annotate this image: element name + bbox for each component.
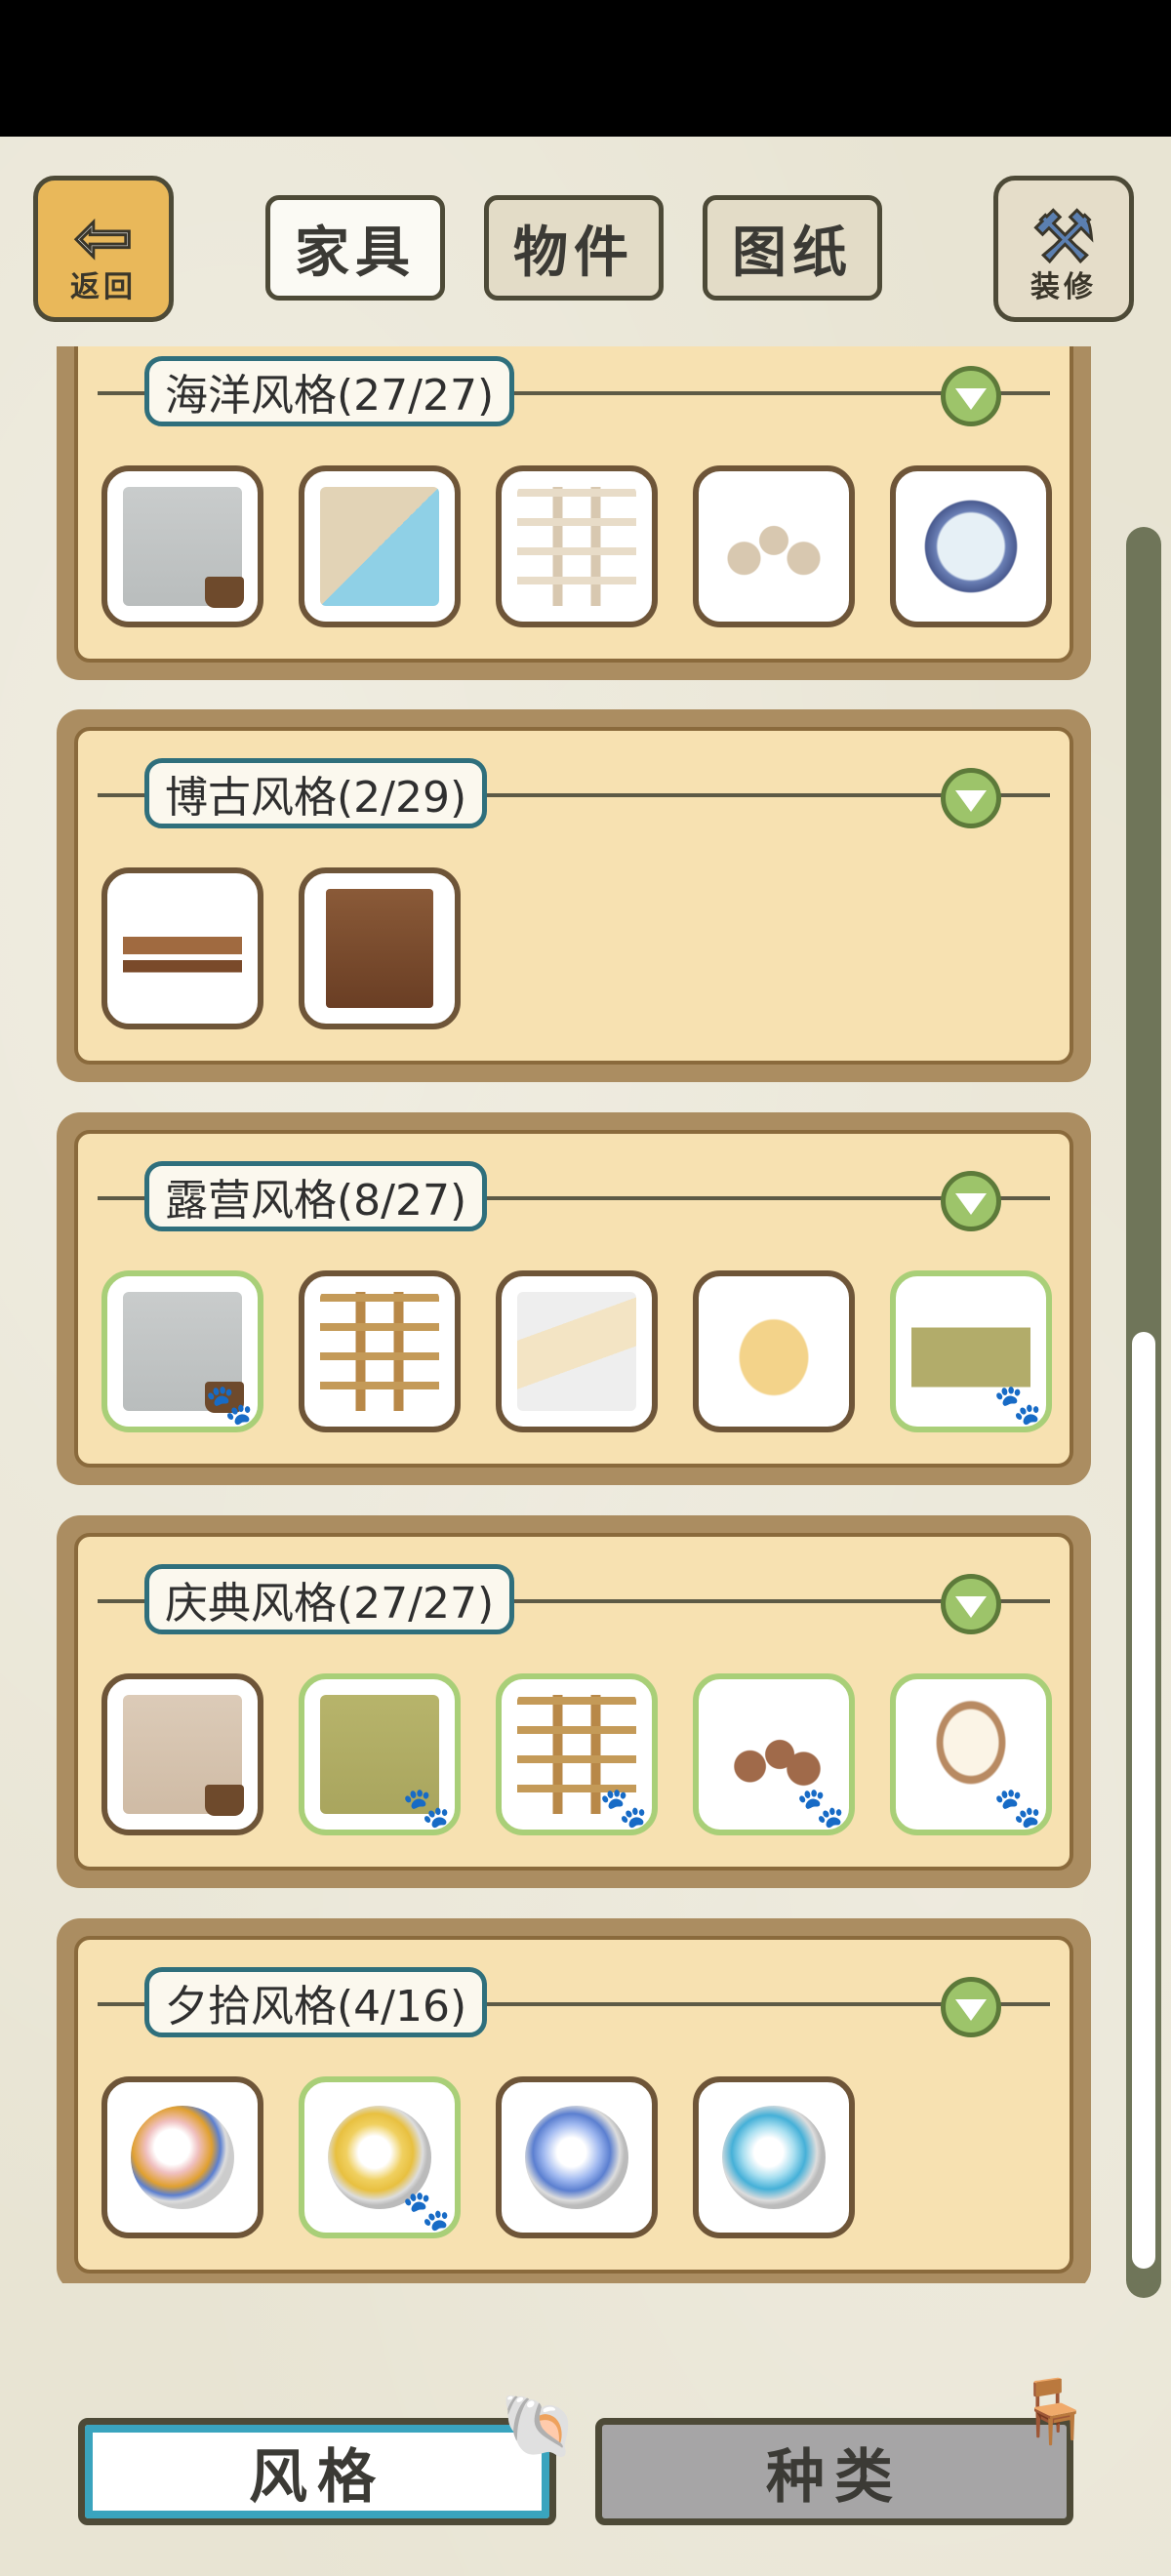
paw-icon: 🐾 [205, 1383, 254, 1428]
collapse-toggle[interactable] [941, 1574, 1001, 1634]
section-title: 海洋风格(27/27) [144, 356, 515, 426]
item-slot[interactable]: 🐾 [299, 2076, 461, 2238]
item-grid [101, 867, 461, 1029]
section-body: 博古风格(2/29) [74, 727, 1073, 1065]
marble-cyan-icon [722, 2106, 826, 2209]
marble-blue-icon [525, 2106, 628, 2209]
item-slot[interactable] [101, 465, 263, 627]
item-slot[interactable]: 🐾 [890, 1673, 1052, 1835]
section-title: 夕拾风格(4/16) [144, 1967, 488, 2037]
section-title: 露营风格(8/27) [144, 1161, 488, 1231]
item-slot[interactable] [101, 1673, 263, 1835]
shell-icon: 🐚 [500, 2391, 578, 2463]
wooden-ladder-icon [320, 1292, 439, 1411]
tab-style-label: 风格 [249, 2442, 385, 2512]
status-bar-area [0, 0, 1171, 137]
tent-icon [517, 1292, 636, 1411]
item-grid: 🐾 [101, 2076, 855, 2238]
porthole-mirror-icon [919, 495, 1023, 598]
tub-shape [205, 577, 244, 608]
section-body: 海洋风格(27/27) [74, 346, 1073, 663]
back-button[interactable]: ⇦ 返回 [33, 176, 174, 322]
collapse-toggle[interactable] [941, 768, 1001, 828]
item-slot[interactable]: 🐾 [693, 1673, 855, 1835]
item-slot[interactable] [890, 465, 1052, 627]
tab-style[interactable]: 风格 [78, 2418, 556, 2525]
item-slot[interactable]: 🐾 [890, 1270, 1052, 1432]
paw-icon: 🐾 [796, 1786, 845, 1831]
section-body: 夕拾风格(4/16) 🐾 [74, 1936, 1073, 2274]
item-grid: 🐾 🐾 [101, 1270, 1052, 1432]
triangle-down-icon [955, 790, 987, 812]
item-grid [101, 465, 1052, 627]
scrollbar-thumb[interactable] [1132, 1332, 1155, 2269]
tab-category-label: 种类 [766, 2442, 903, 2512]
paw-icon: 🐾 [993, 1786, 1042, 1831]
paw-icon: 🐾 [993, 1383, 1042, 1428]
marble-red-icon [131, 2106, 234, 2209]
item-slot[interactable] [693, 1270, 855, 1432]
section-title: 博古风格(2/29) [144, 758, 488, 828]
white-ladder-icon [517, 487, 636, 606]
style-list[interactable]: 海洋风格(27/27) 博古风格(2/29) 露营风格(8/27) 🐾 🐾 庆典… [0, 346, 1171, 2283]
style-section-nostalgia: 夕拾风格(4/16) 🐾 [57, 1918, 1091, 2283]
pool-floor-icon [320, 487, 439, 606]
left-arrow-icon: ⇦ [72, 196, 134, 278]
hammer-icon: ⚒ [1030, 196, 1097, 278]
item-slot[interactable]: 🐾 [101, 1270, 263, 1432]
style-section-festival: 庆典风格(27/27) 🐾 🐾 🐾 🐾 [57, 1515, 1091, 1888]
item-slot[interactable] [693, 465, 855, 627]
tab-items-label: 物件 [513, 221, 634, 285]
triangle-down-icon [955, 1596, 987, 1618]
tab-furniture-label: 家具 [295, 221, 416, 285]
tab-furniture[interactable]: 家具 [265, 195, 445, 301]
style-section-camping: 露营风格(8/27) 🐾 🐾 [57, 1112, 1091, 1485]
style-section-antique: 博古风格(2/29) [57, 709, 1091, 1082]
paw-icon: 🐾 [599, 1786, 648, 1831]
item-slot[interactable] [299, 465, 461, 627]
tab-items[interactable]: 物件 [484, 195, 664, 301]
item-slot[interactable]: 🐾 [299, 1673, 461, 1835]
item-grid: 🐾 🐾 🐾 🐾 [101, 1673, 1052, 1835]
item-slot[interactable] [693, 2076, 855, 2238]
tub-shape [205, 1785, 244, 1816]
section-body: 庆典风格(27/27) 🐾 🐾 🐾 🐾 [74, 1533, 1073, 1871]
item-slot[interactable] [299, 867, 461, 1029]
style-section-ocean: 海洋风格(27/27) [57, 346, 1091, 680]
stone-arch-icon [714, 487, 833, 606]
collapse-toggle[interactable] [941, 1977, 1001, 2037]
item-slot[interactable]: 🐾 [496, 1673, 658, 1835]
item-slot[interactable] [496, 465, 658, 627]
item-slot[interactable] [299, 1270, 461, 1432]
tab-category[interactable]: 种类 [595, 2418, 1073, 2525]
collapse-toggle[interactable] [941, 1171, 1001, 1231]
item-slot[interactable] [101, 867, 263, 1029]
paw-icon: 🐾 [402, 1786, 451, 1831]
chair-icon: 🪑 [1015, 2376, 1093, 2448]
paw-icon: 🐾 [402, 2189, 451, 2234]
section-title: 庆典风格(27/27) [144, 1564, 515, 1634]
tab-blueprint-label: 图纸 [732, 221, 853, 285]
tab-blueprint[interactable]: 图纸 [703, 195, 882, 301]
low-table-icon [123, 889, 242, 1008]
section-body: 露营风格(8/27) 🐾 🐾 [74, 1130, 1073, 1468]
item-slot[interactable] [101, 2076, 263, 2238]
item-slot[interactable] [496, 2076, 658, 2238]
item-slot[interactable] [496, 1270, 658, 1432]
wooden-cabinet-icon [326, 889, 433, 1008]
triangle-down-icon [955, 388, 987, 410]
collapse-toggle[interactable] [941, 366, 1001, 426]
decorate-button[interactable]: ⚒ 装修 [993, 176, 1134, 322]
triangle-down-icon [955, 1193, 987, 1215]
sleeping-bag-icon [714, 1292, 833, 1411]
triangle-down-icon [955, 1999, 987, 2021]
